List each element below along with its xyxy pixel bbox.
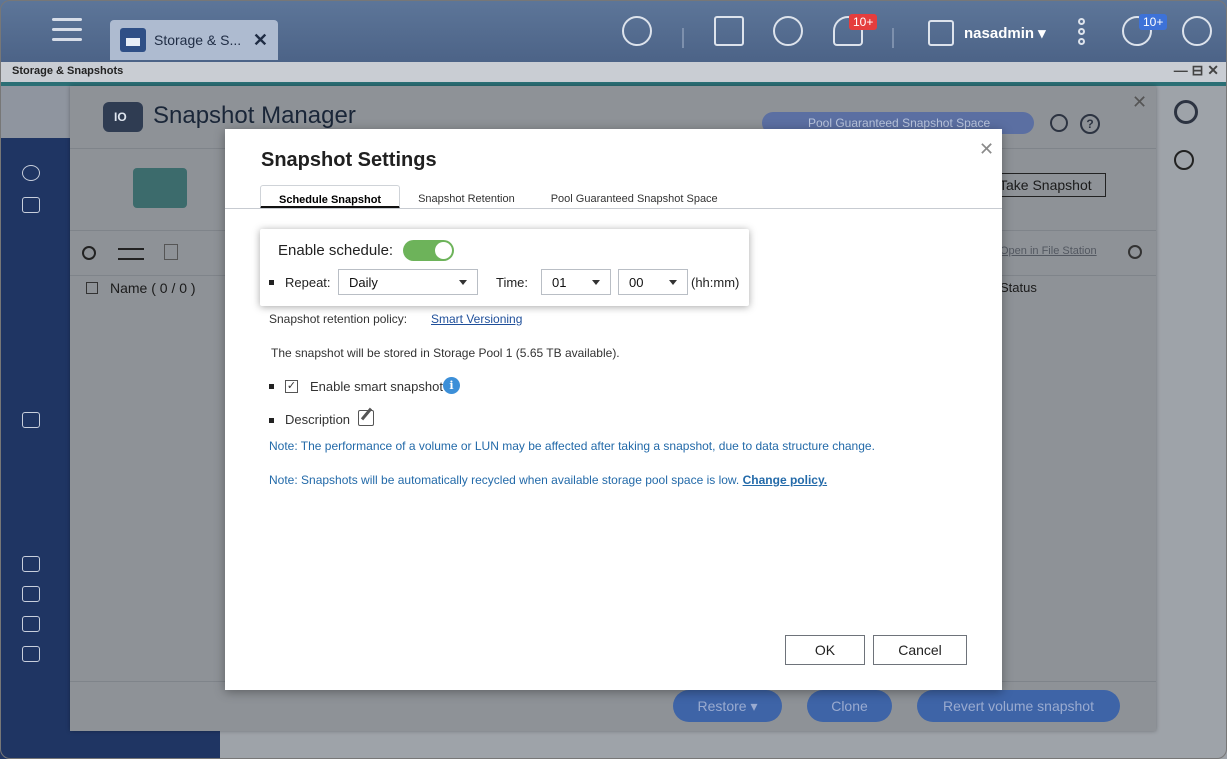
- main-refresh-icon[interactable]: [1174, 150, 1194, 170]
- storage-location-text: The snapshot will be stored in Storage P…: [271, 346, 620, 360]
- restore-button[interactable]: Restore ▾: [673, 690, 782, 722]
- close-tab-icon[interactable]: ✕: [253, 30, 268, 51]
- user-avatar-icon: [928, 20, 954, 46]
- smart-versioning-link[interactable]: Smart Versioning: [431, 312, 522, 326]
- take-snapshot-button[interactable]: Take Snapshot: [990, 173, 1106, 197]
- dashboard-gauge-icon[interactable]: [1182, 16, 1212, 46]
- user-menu[interactable]: nasadmin ▾: [928, 20, 1046, 46]
- tab-schedule-snapshot[interactable]: Schedule Snapshot: [260, 185, 401, 209]
- name-column-header[interactable]: Name ( 0 / 0 ): [86, 280, 196, 296]
- sidebar-vjbod-icon[interactable]: [22, 646, 40, 665]
- dialog-close-icon[interactable]: ✕: [979, 139, 994, 160]
- window-controls[interactable]: — ⊟ ✕: [1174, 62, 1219, 79]
- window-title: Storage & Snapshots: [0, 62, 1227, 82]
- minute-select[interactable]: 00: [618, 269, 688, 295]
- bullet: [269, 418, 274, 423]
- enable-schedule-label: Enable schedule:: [278, 242, 394, 259]
- snapshot-manager-title: Snapshot Manager: [153, 102, 356, 129]
- app-tab-label: Storage & S...: [154, 32, 242, 48]
- more-options-icon[interactable]: [1078, 18, 1085, 48]
- volume-icon: [133, 168, 187, 208]
- change-policy-link[interactable]: Change policy.: [743, 473, 827, 487]
- sync-icon[interactable]: [773, 16, 803, 46]
- open-in-file-station-link[interactable]: Open in File Station: [1000, 245, 1097, 257]
- help-icon[interactable]: ?: [1080, 114, 1100, 134]
- retention-policy-label: Snapshot retention policy:: [269, 312, 408, 326]
- revert-volume-snapshot-button[interactable]: Revert volume snapshot: [917, 690, 1120, 722]
- sidebar-iscsi-icon[interactable]: [22, 556, 40, 575]
- sm-close-icon[interactable]: ✕: [1132, 92, 1147, 113]
- sidebar-ssd-icon[interactable]: [22, 616, 40, 635]
- refresh-icon[interactable]: [1128, 245, 1142, 259]
- dialog-title: Snapshot Settings: [261, 149, 437, 171]
- status-column-header: Status: [1000, 280, 1037, 295]
- cancel-button[interactable]: Cancel: [873, 635, 967, 665]
- sm-settings-gear-icon[interactable]: [1050, 114, 1068, 132]
- edit-description-icon[interactable]: [358, 410, 374, 426]
- delete-icon[interactable]: [164, 244, 178, 260]
- bullet: [269, 384, 274, 389]
- username: nasadmin ▾: [964, 25, 1046, 42]
- app-tab-storage[interactable]: Storage & S... ✕: [110, 20, 278, 60]
- info-badge: 10+: [1139, 14, 1168, 30]
- settings-tabs: Schedule Snapshot Snapshot Retention Poo…: [260, 185, 736, 209]
- snapshot-settings-dialog: [225, 129, 1002, 690]
- performance-note: Note: The performance of a volume or LUN…: [269, 439, 875, 453]
- storage-app-icon: [120, 28, 146, 52]
- settings-gear-icon[interactable]: [1174, 100, 1198, 124]
- name-header-label: Name ( 0 / 0 ): [110, 280, 196, 296]
- background-tasks-icon[interactable]: [714, 16, 744, 46]
- snapshot-manager-logo-icon: [103, 102, 143, 132]
- hour-select[interactable]: 01: [541, 269, 611, 295]
- sidebar-snapshot-icon[interactable]: [22, 412, 40, 431]
- recycle-note: Note: Snapshots will be automatically re…: [269, 473, 827, 487]
- enable-smart-snapshot-label: Enable smart snapshot: [310, 379, 443, 394]
- toolbar-search-icon[interactable]: [82, 246, 96, 260]
- select-all-checkbox[interactable]: [86, 282, 98, 294]
- search-icon[interactable]: [622, 16, 652, 46]
- info-icon[interactable]: i: [443, 377, 460, 394]
- recycle-note-text: Note: Snapshots will be automatically re…: [269, 473, 740, 487]
- sidebar-storage-icon[interactable]: [22, 197, 40, 216]
- tab-pool-guaranteed-space[interactable]: Pool Guaranteed Snapshot Space: [533, 185, 736, 209]
- bullet: [269, 280, 274, 285]
- list-view-icon[interactable]: [118, 248, 144, 260]
- time-label: Time:: [496, 275, 529, 290]
- repeat-select[interactable]: Daily: [338, 269, 478, 295]
- taskbar-divider: [682, 28, 684, 48]
- time-format-label: (hh:mm): [691, 275, 740, 290]
- sidebar-hybrid-icon[interactable]: [22, 586, 40, 605]
- main-menu-icon[interactable]: [52, 18, 82, 44]
- taskbar-divider: [892, 28, 894, 48]
- tabs-divider: [225, 208, 1002, 209]
- repeat-label: Repeat:: [285, 275, 331, 290]
- tab-snapshot-retention[interactable]: Snapshot Retention: [400, 185, 533, 209]
- ok-button[interactable]: OK: [785, 635, 865, 665]
- enable-smart-snapshot-checkbox[interactable]: ✓: [285, 380, 298, 393]
- enable-schedule-toggle[interactable]: [403, 240, 454, 261]
- sidebar-overview-icon[interactable]: [22, 165, 40, 184]
- description-label: Description: [285, 412, 351, 427]
- notifications-badge: 10+: [849, 14, 878, 30]
- clone-button[interactable]: Clone: [807, 690, 892, 722]
